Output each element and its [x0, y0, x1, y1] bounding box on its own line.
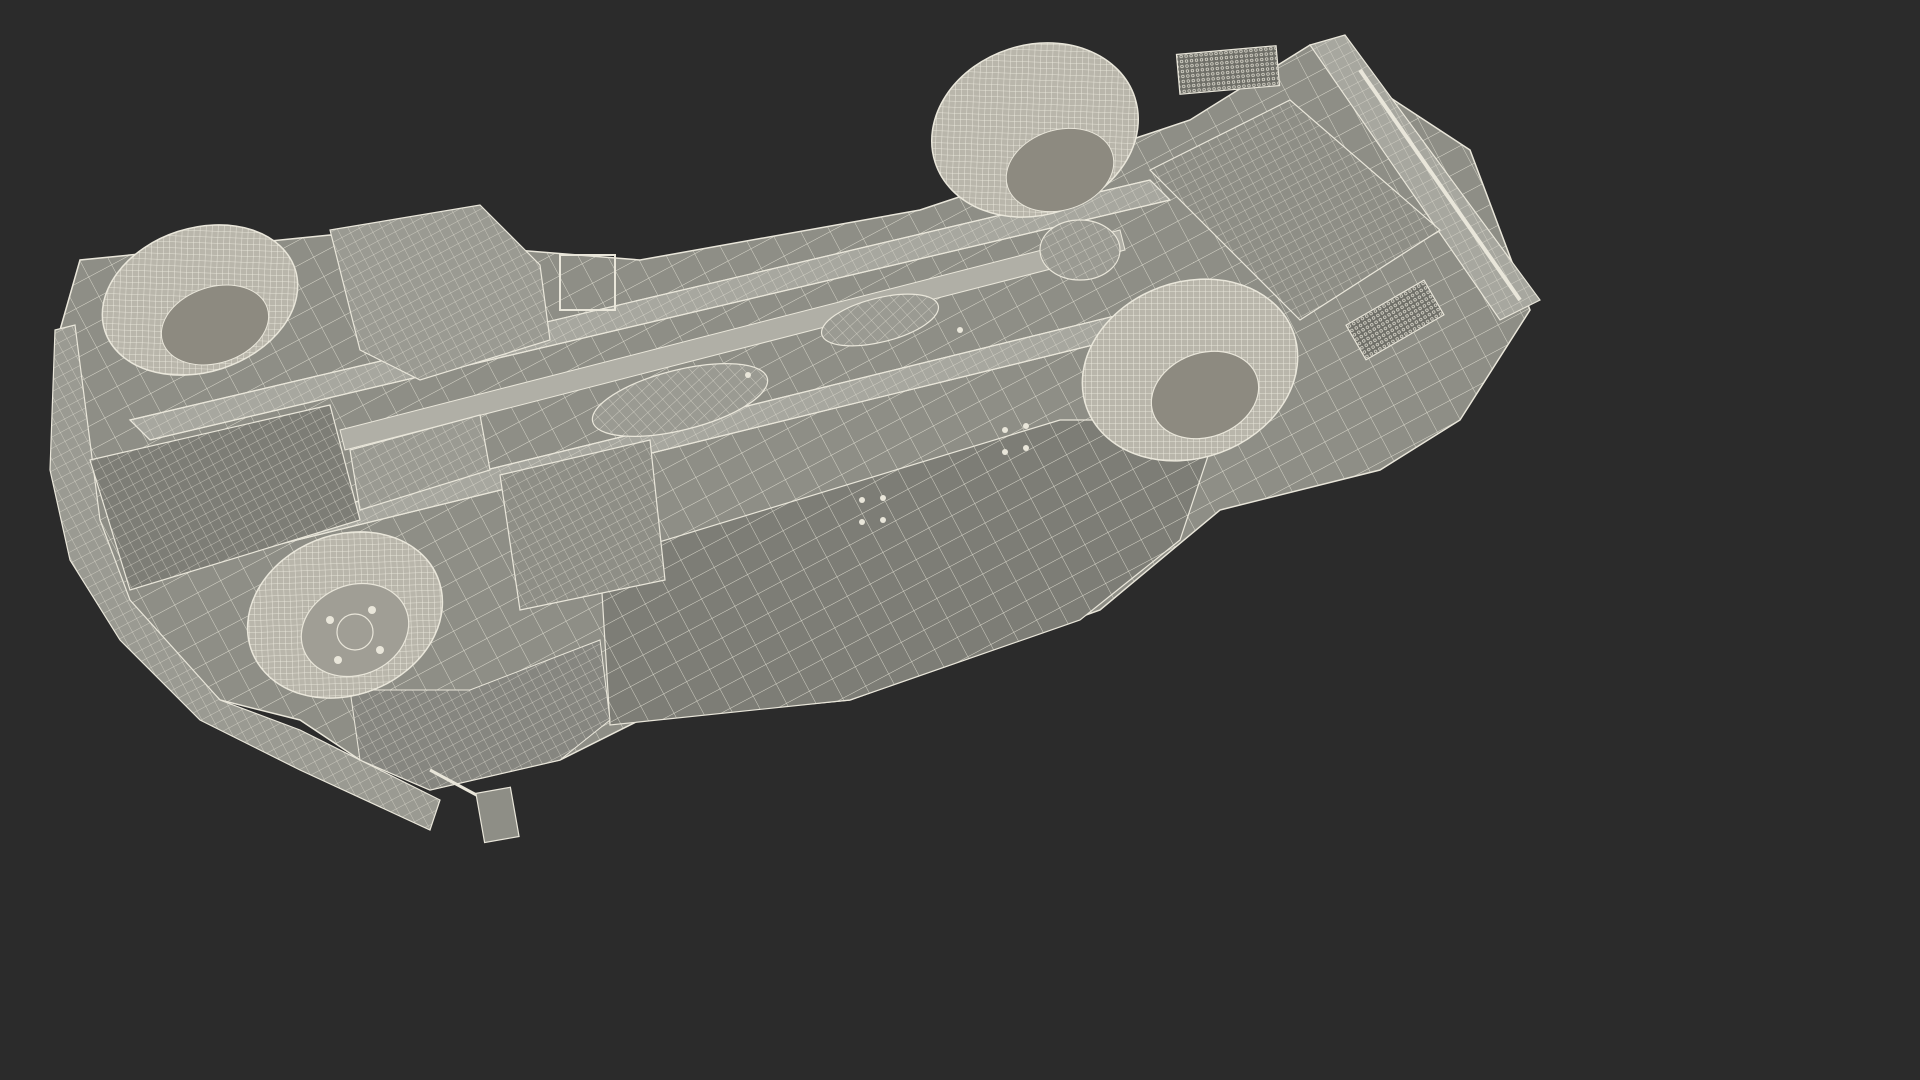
3d-render-viewport — [0, 0, 1568, 882]
chassis-render — [49, 34, 1541, 844]
